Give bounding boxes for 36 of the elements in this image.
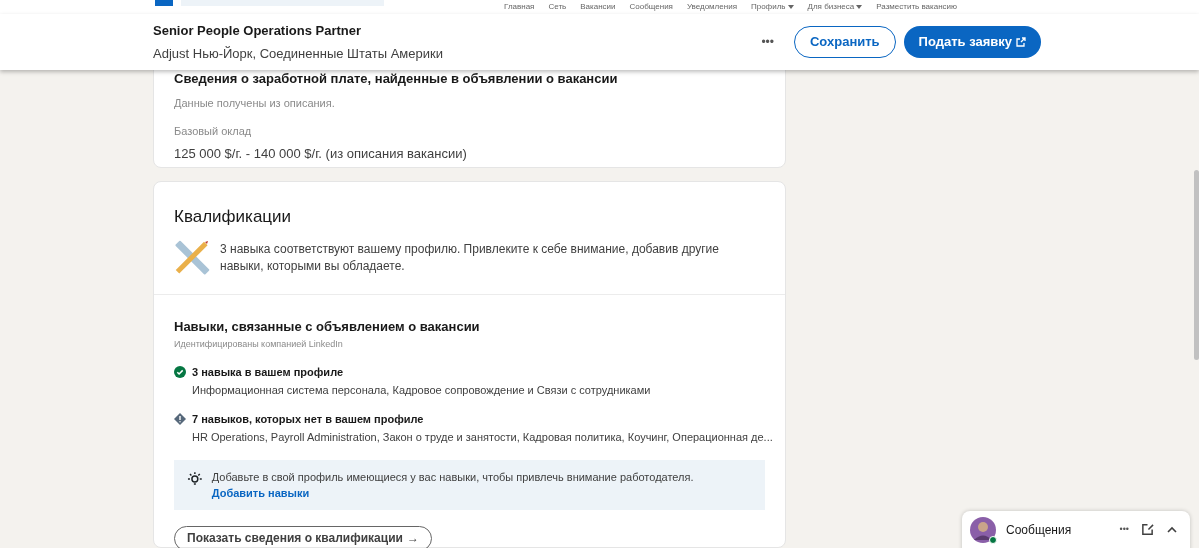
- external-link-icon: [1016, 37, 1026, 47]
- nav-link[interactable]: Профиль: [750, 2, 794, 12]
- skill-list: HR Operations, Payroll Administration, Закон о труде и занятости, Кадровая политика, Коучинг, Операционная де...: [192, 429, 773, 446]
- nav-link[interactable]: Вакансии: [580, 2, 616, 12]
- messaging-label: Сообщения: [1006, 521, 1072, 539]
- warning-diamond-icon: [174, 412, 186, 425]
- salary-label: Базовый оклад: [174, 124, 253, 139]
- skills-title: Навыки, связанные с объявлением о вакансии: [174, 317, 481, 336]
- skill-group-title: 3 навыка в вашем профиле: [192, 364, 345, 380]
- check-circle-icon: [174, 365, 186, 378]
- section-title: Квалификации: [174, 206, 293, 228]
- job-location: Adjust Нью-Йорк, Соединенные Штаты Америки: [153, 44, 443, 63]
- salary-value: 125 000 $/г. - 140 000 $/г. (из описания вакансии): [174, 144, 468, 163]
- compose-icon[interactable]: [1141, 523, 1154, 536]
- tip-text: Добавьте в свой профиль имеющиеся у вас навыки, чтобы привлечь внимание работодателя. Добавить навыки: [211, 469, 695, 501]
- avatar-icon: [970, 516, 996, 543]
- more-button[interactable]: •••: [1119, 522, 1129, 537]
- nav-link[interactable]: Уведомления: [686, 2, 737, 12]
- skill-group-title: 7 навыков, которых нет в вашем профиле: [192, 411, 425, 427]
- source-note: Данные получены из описания.: [174, 95, 336, 111]
- skills-note: Идентифицированы компанией LinkedIn: [174, 338, 344, 351]
- messaging-bar[interactable]: Сообщения •••: [962, 511, 1190, 548]
- more-button[interactable]: •••: [753, 33, 782, 51]
- job-title: Senior People Operations Partner: [153, 22, 363, 40]
- add-skills-link[interactable]: Добавить навыки: [211, 486, 310, 499]
- nav-link[interactable]: Сообщения: [629, 2, 673, 12]
- save-button[interactable]: Сохранить: [794, 26, 896, 58]
- nav-link[interactable]: Для бизнеса: [807, 2, 863, 12]
- section-title: Сведения о заработной плате, найденные в объявлении о вакансии: [174, 70, 619, 88]
- nav-link[interactable]: Сеть: [548, 2, 567, 12]
- nav-link[interactable]: Разместить вакансию: [876, 2, 958, 12]
- nav-link[interactable]: Главная: [504, 2, 535, 12]
- skills-summary: 3 навыка соответствуют вашему профилю. Привлеките к себе внимание, добавив другие навыки, которыми вы обладаете.: [220, 240, 720, 275]
- scrollbar[interactable]: [1194, 170, 1199, 360]
- apply-button[interactable]: Подать заявку: [903, 26, 1041, 58]
- skill-list: Информационная система персонала, Кадровое сопровождение и Связи с сотрудниками: [192, 382, 651, 399]
